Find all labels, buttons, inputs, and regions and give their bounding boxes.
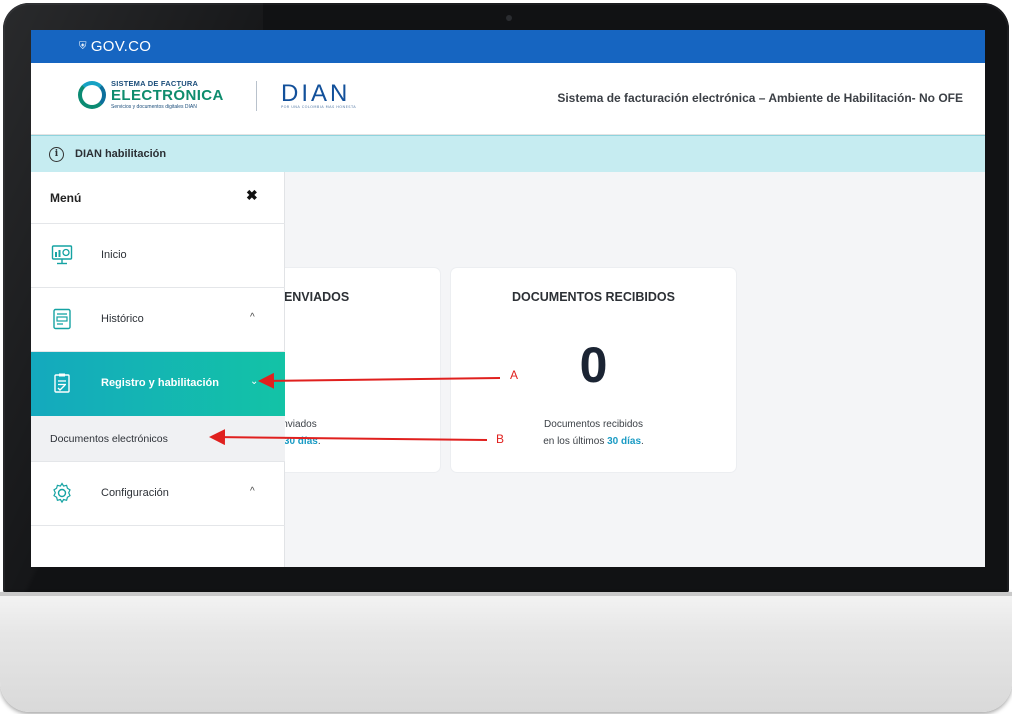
base-seam (0, 592, 1012, 596)
header-title: Sistema de facturación electrónica – Amb… (557, 91, 963, 105)
sidebar-item-label: Configuración (101, 487, 169, 499)
menu-header: Menú ✖ (31, 172, 285, 224)
info-icon: i (49, 146, 64, 162)
dashboard-monitor-icon (51, 245, 73, 265)
gov-brand[interactable]: GOV.CO (91, 38, 151, 55)
close-icon[interactable]: ✖ (246, 187, 258, 204)
card-recv-desc-line2: en los últimos (543, 436, 608, 447)
chevron-up-icon[interactable]: ^ (250, 312, 255, 323)
sidebar-item-label: Registro y habilitación (101, 377, 219, 389)
gear-icon (53, 482, 71, 504)
submenu-item-documentos-electronicos[interactable]: Documentos electrónicos (31, 416, 285, 462)
card-documents-sent: TOS ENVIADOS TOS ENVIADOS 0 ntos enviado… (261, 268, 440, 472)
card-recv-desc-line1: Documentos recibidos (544, 419, 643, 430)
card-sent-desc-suffix: . (317, 436, 321, 447)
menu-title: Menú (50, 191, 82, 205)
logo-line3: Servicios y documentos digitales DIAN (111, 104, 197, 110)
gov-shield-icon: ⛨ (79, 41, 87, 52)
logo-line2: ELECTRÓNICA (111, 87, 224, 104)
sidebar-item-registro[interactable]: Registro y habilitación ⌄ (31, 352, 285, 416)
sfe-logo[interactable]: SISTEMA DE FACTURA ELECTRÓNICA Servicios… (78, 79, 238, 115)
card-recv-desc: Documentos recibidos en los últimos 30 d… (451, 416, 736, 450)
sidebar-item-label: Inicio (101, 249, 127, 261)
card-recv-title: DOCUMENTOS RECIBIDOS (512, 290, 675, 304)
document-list-icon (53, 308, 71, 330)
info-bar-label: DIAN habilitación (75, 148, 167, 160)
dian-tagline: POR UNA COLOMBIA MAS HONESTA (281, 105, 357, 109)
card-recv-desc-suffix: . (641, 436, 644, 447)
card-documents-received: DOCUMENTOS RECIBIDOS 0 Documentos recibi… (451, 268, 736, 472)
card-sent-desc: ntos enviados ltimos 30 días. (261, 416, 434, 450)
site-header: SISTEMA DE FACTURA ELECTRÓNICA Servicios… (31, 63, 985, 135)
camera-dot (506, 15, 512, 21)
sidebar-item-label: Histórico (101, 313, 144, 325)
card-sent-title: TOS ENVIADOS (261, 290, 350, 304)
annotation-label-b: B (496, 432, 505, 446)
dian-word: DIAN (281, 80, 351, 107)
registration-icon (54, 373, 70, 393)
sfe-swirl-icon (78, 81, 106, 109)
sidebar-menu: Menú ✖ Inicio Histórico ^ Registro y hab… (31, 172, 285, 567)
info-bar: i DIAN habilitación (31, 135, 985, 172)
monitor-base (0, 592, 1012, 712)
logo-divider (256, 81, 257, 111)
submenu-item-label: Documentos electrónicos (50, 433, 168, 445)
sidebar-item-historico[interactable]: Histórico ^ (31, 288, 285, 352)
card-recv-count: 0 (579, 337, 608, 393)
sidebar-item-configuracion[interactable]: Configuración ^ (31, 462, 285, 526)
dian-logo[interactable]: DIAN POR UNA COLOMBIA MAS HONESTA (281, 80, 371, 113)
card-recv-desc-highlight: 30 días (607, 436, 642, 447)
annotation-label-a: A (510, 368, 519, 382)
browser-screen: ⛨ GOV.CO SISTEMA DE FACTURA ELECTRÓNICA … (31, 30, 985, 567)
gov-bar: ⛨ GOV.CO (31, 30, 985, 63)
card-sent-desc-highlight: 30 días (283, 436, 318, 447)
sidebar-item-inicio[interactable]: Inicio (31, 224, 285, 288)
chevron-down-icon[interactable]: ⌄ (250, 376, 258, 387)
chevron-up-icon[interactable]: ^ (250, 486, 255, 497)
